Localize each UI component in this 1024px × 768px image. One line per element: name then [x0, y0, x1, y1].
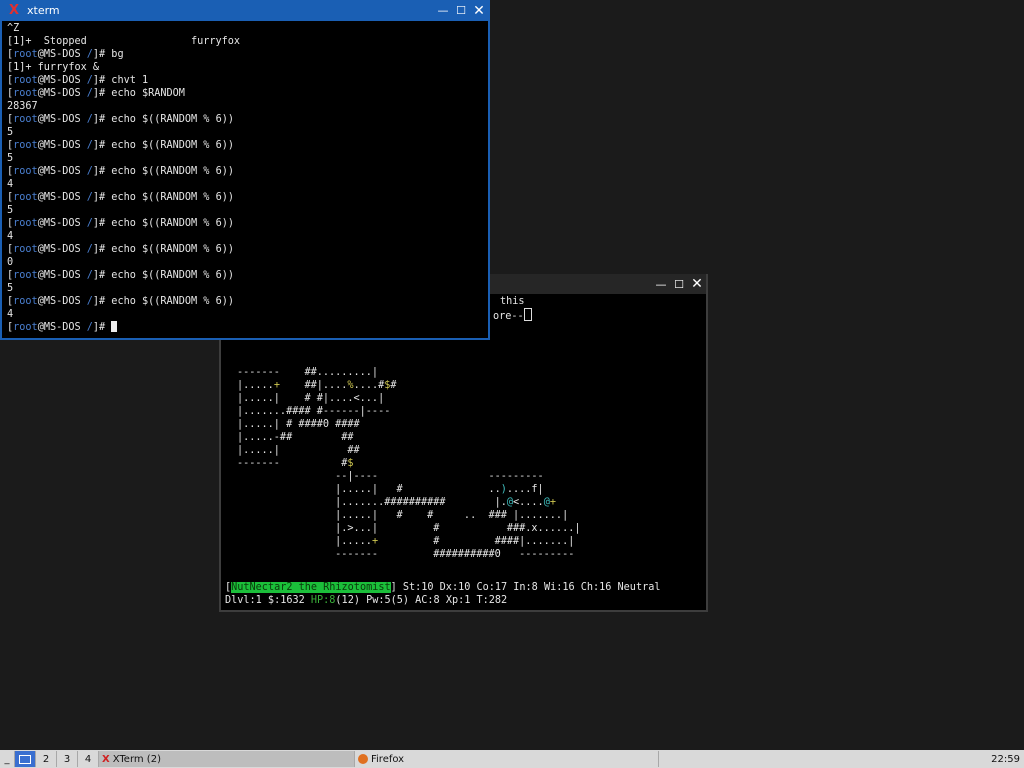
message-line-1: this	[500, 296, 525, 307]
map-row: --|---- ---------	[237, 471, 544, 482]
xterm-app-icon: X	[8, 3, 20, 18]
map-row: |.......#### #------|----	[237, 406, 391, 417]
xterm-window[interactable]: X xterm — ☐ ✕ ^Z [1]+ Stopped furryfox [ro…	[0, 0, 490, 340]
status-rest: (12) Pw:5(5) AC:8 Xp:1 T:282	[335, 595, 508, 606]
xterm-icon: X	[102, 753, 110, 765]
terminal-line: ^Z	[7, 23, 20, 34]
terminal-line: [root@MS-DOS /]# echo $((RANDOM % 6))	[7, 244, 234, 255]
terminal-line: [1]+ Stopped furryfox	[7, 36, 241, 47]
taskbar: _ 2 3 4 X XTerm (2) Firefox 22:59	[0, 750, 1024, 768]
terminal-line: 0	[7, 257, 14, 268]
workspace-icon	[19, 754, 31, 764]
terminal-line: [root@MS-DOS /]# echo $RANDOM	[7, 88, 185, 99]
terminal-line: [root@MS-DOS /]#	[7, 321, 485, 334]
task-firefox[interactable]: Firefox	[355, 751, 659, 767]
maximize-icon[interactable]: ☐	[452, 2, 470, 20]
workspace-2[interactable]: 2	[36, 751, 57, 767]
terminal-line: [1]+ furryfox &	[7, 62, 100, 73]
map-row: |.......########## |.@<....@+	[237, 497, 556, 508]
terminal-line: [root@MS-DOS /]# echo $((RANDOM % 6))	[7, 192, 234, 203]
workspace-4[interactable]: 4	[78, 751, 99, 767]
hit-points: HP:8	[310, 595, 336, 606]
terminal-line: 4	[7, 309, 14, 320]
close-icon[interactable]: ✕	[470, 2, 488, 20]
map-row: |.....| # ####0 ####	[237, 419, 360, 430]
map-row: |.....-## ##	[237, 432, 354, 443]
xterm-titlebar[interactable]: X xterm — ☐ ✕	[2, 0, 488, 21]
firefox-icon	[358, 754, 368, 764]
map-row: |.....| ##	[237, 445, 360, 456]
terminal-line: [root@MS-DOS /]# echo $((RANDOM % 6))	[7, 114, 234, 125]
map-row: |.....| # #|....<...|	[237, 393, 385, 404]
message-line-2: ore--	[493, 308, 532, 323]
window-title: xterm	[27, 4, 60, 17]
map-row: ------- #$	[237, 458, 354, 469]
level-gold: Dlvl:1 $:1632	[225, 595, 311, 606]
terminal-line: [root@MS-DOS /]# echo $((RANDOM % 6))	[7, 140, 234, 151]
character-stats: ] St:10 Dx:10 Co:17 In:8 Wi:16 Ch:16 Neu…	[390, 582, 661, 593]
game-terminal[interactable]: this ore-- ------- ##.........| |.....+ #…	[225, 294, 704, 608]
status-line-2: Dlvl:1 $:1632 HP:8(12) Pw:5(5) AC:8 Xp:1…	[225, 594, 507, 607]
map-row: |.....| # ..)....f|	[237, 484, 544, 495]
terminal-line: [root@MS-DOS /]# echo $((RANDOM % 6))	[7, 270, 234, 281]
map-row: |.....+ # ####|.......|	[237, 536, 575, 547]
map-row: ------- ##.........|	[237, 367, 379, 378]
terminal-line: 5	[7, 205, 14, 216]
text-cursor	[111, 321, 118, 332]
workspace-1[interactable]	[15, 751, 36, 767]
status-line-1: [NutNectar2 the Rhizotomist] St:10 Dx:10…	[225, 582, 661, 593]
terminal-line: 4	[7, 179, 14, 190]
map-row: |.>...| # ###.x......|	[237, 523, 581, 534]
map-row: |.....+ ##|....%....#$#	[237, 380, 397, 391]
terminal-output[interactable]: ^Z [1]+ Stopped furryfox [root@MS-DOS /]# …	[7, 22, 485, 336]
minimize-icon[interactable]: —	[652, 275, 670, 293]
map-row: ------- ##########0 ---------	[237, 549, 575, 560]
workspace-3[interactable]: 3	[57, 751, 78, 767]
character-name: NutNectar2 the Rhizotomist	[231, 582, 391, 593]
terminal-line: 4	[7, 231, 14, 242]
task-xterm[interactable]: X XTerm (2)	[99, 751, 355, 767]
terminal-line: 5	[7, 283, 14, 294]
map-row: |.....| # # .. ### |.......|	[237, 510, 569, 521]
terminal-line: 28367	[7, 101, 38, 112]
minimize-icon[interactable]: —	[434, 2, 452, 20]
terminal-line: [root@MS-DOS /]# echo $((RANDOM % 6))	[7, 166, 234, 177]
close-icon[interactable]: ✕	[688, 275, 706, 293]
clock: 22:59	[991, 753, 1020, 765]
maximize-icon[interactable]: ☐	[670, 275, 688, 293]
terminal-line: [root@MS-DOS /]# echo $((RANDOM % 6))	[7, 218, 234, 229]
terminal-line: [root@MS-DOS /]# chvt 1	[7, 75, 149, 86]
terminal-line: [root@MS-DOS /]# echo $((RANDOM % 6))	[7, 296, 234, 307]
terminal-line: [root@MS-DOS /]# bg	[7, 49, 124, 60]
terminal-line: 5	[7, 127, 14, 138]
terminal-line: 5	[7, 153, 14, 164]
show-desktop-button[interactable]: _	[0, 751, 15, 767]
